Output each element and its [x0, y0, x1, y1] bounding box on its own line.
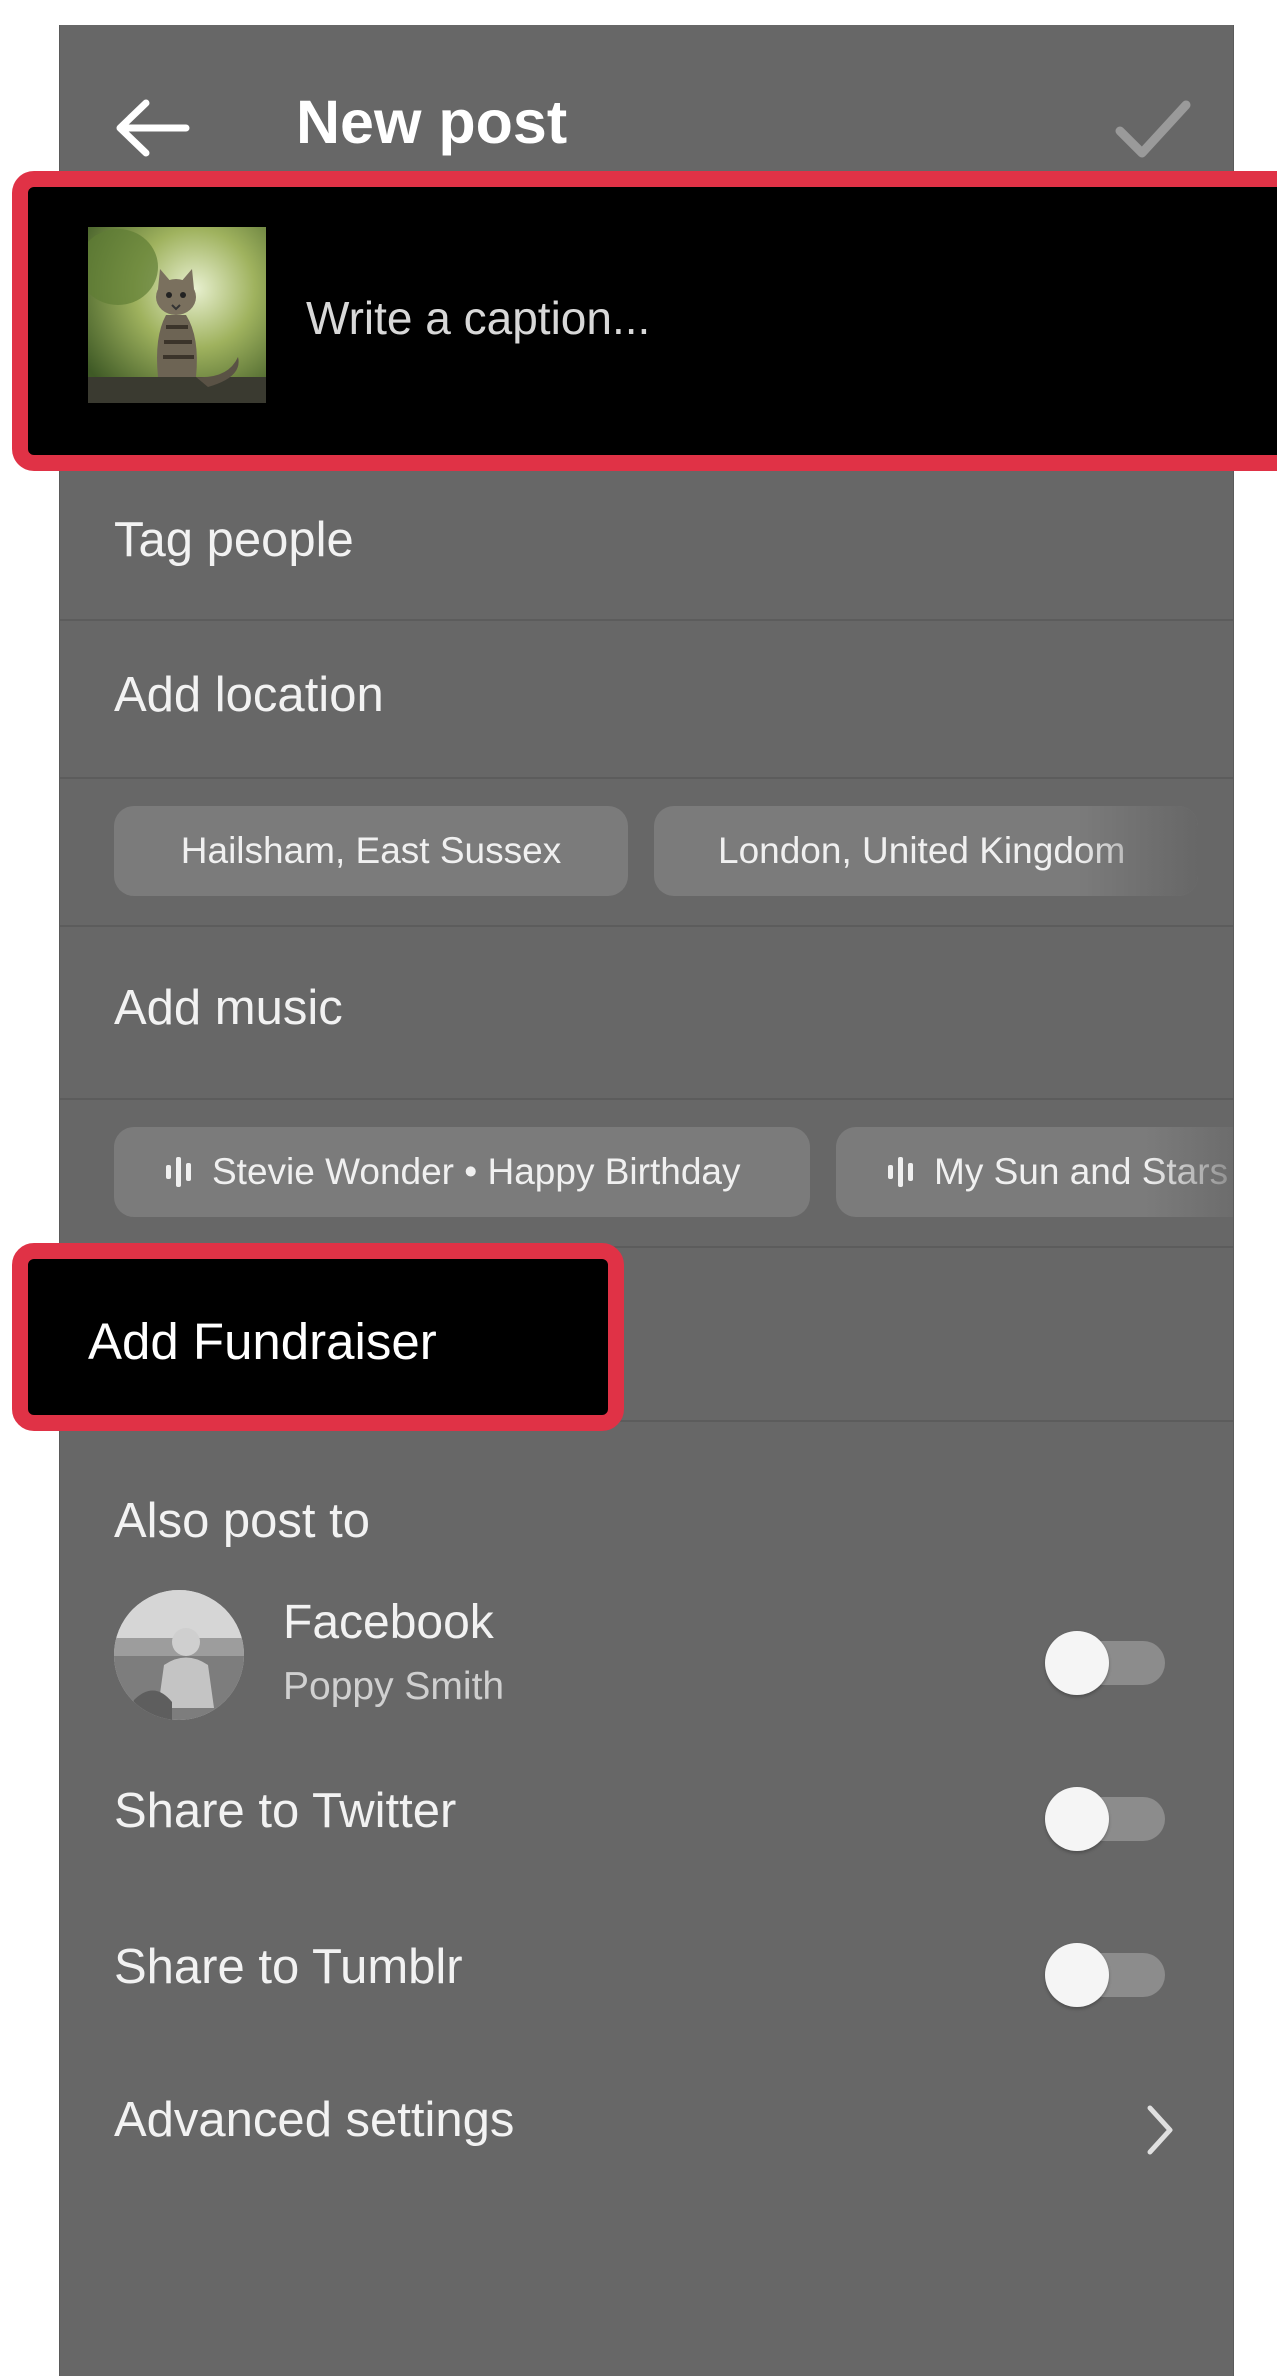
location-chip[interactable]: Hailsham, East Sussex: [114, 806, 628, 896]
toggle-knob: [1045, 1787, 1109, 1851]
facebook-toggle[interactable]: [1045, 1621, 1165, 1695]
add-location-row[interactable]: Add location: [114, 667, 384, 723]
post-thumbnail-image: [88, 227, 266, 403]
music-chip-label: Stevie Wonder • Happy Birthday: [212, 1151, 741, 1192]
facebook-account-name: Poppy Smith: [283, 1665, 505, 1708]
tag-people-row[interactable]: Tag people: [114, 512, 354, 568]
share-to-tumblr-label: Share to Tumblr: [114, 1940, 463, 1994]
also-post-to-heading: Also post to: [114, 1494, 371, 1548]
divider: [60, 1098, 1233, 1100]
music-chip[interactable]: My Sun and Stars: [836, 1127, 1233, 1217]
music-bars-icon: [888, 1157, 913, 1187]
location-chip-label: Hailsham, East Sussex: [180, 830, 562, 871]
page-title: New post: [296, 88, 568, 156]
divider: [60, 925, 1233, 927]
facebook-label: Facebook: [283, 1596, 494, 1649]
toggle-knob: [1045, 1943, 1109, 2007]
checkmark-icon[interactable]: [1112, 93, 1192, 163]
twitter-toggle[interactable]: [1045, 1777, 1165, 1851]
caption-input[interactable]: [306, 285, 1206, 351]
music-chip-label: My Sun and Stars: [934, 1151, 1229, 1192]
chevron-right-icon[interactable]: [1140, 2100, 1180, 2160]
avatar: [114, 1590, 244, 1720]
music-bars-icon: [166, 1157, 191, 1187]
share-to-twitter-label: Share to Twitter: [114, 1784, 457, 1838]
music-chip[interactable]: Stevie Wonder • Happy Birthday: [114, 1127, 810, 1217]
location-chip[interactable]: London, United Kingdom: [654, 806, 1198, 896]
divider: [60, 777, 1233, 779]
advanced-settings-row[interactable]: Advanced settings: [114, 2092, 514, 2148]
divider: [60, 619, 1233, 621]
tumblr-toggle[interactable]: [1045, 1933, 1165, 2007]
add-music-row[interactable]: Add music: [114, 980, 343, 1036]
back-arrow-icon[interactable]: [112, 93, 192, 163]
toggle-knob: [1045, 1631, 1109, 1695]
add-fundraiser-label: Add Fundraiser: [88, 1313, 437, 1370]
location-chip-label: London, United Kingdom: [718, 830, 1126, 871]
